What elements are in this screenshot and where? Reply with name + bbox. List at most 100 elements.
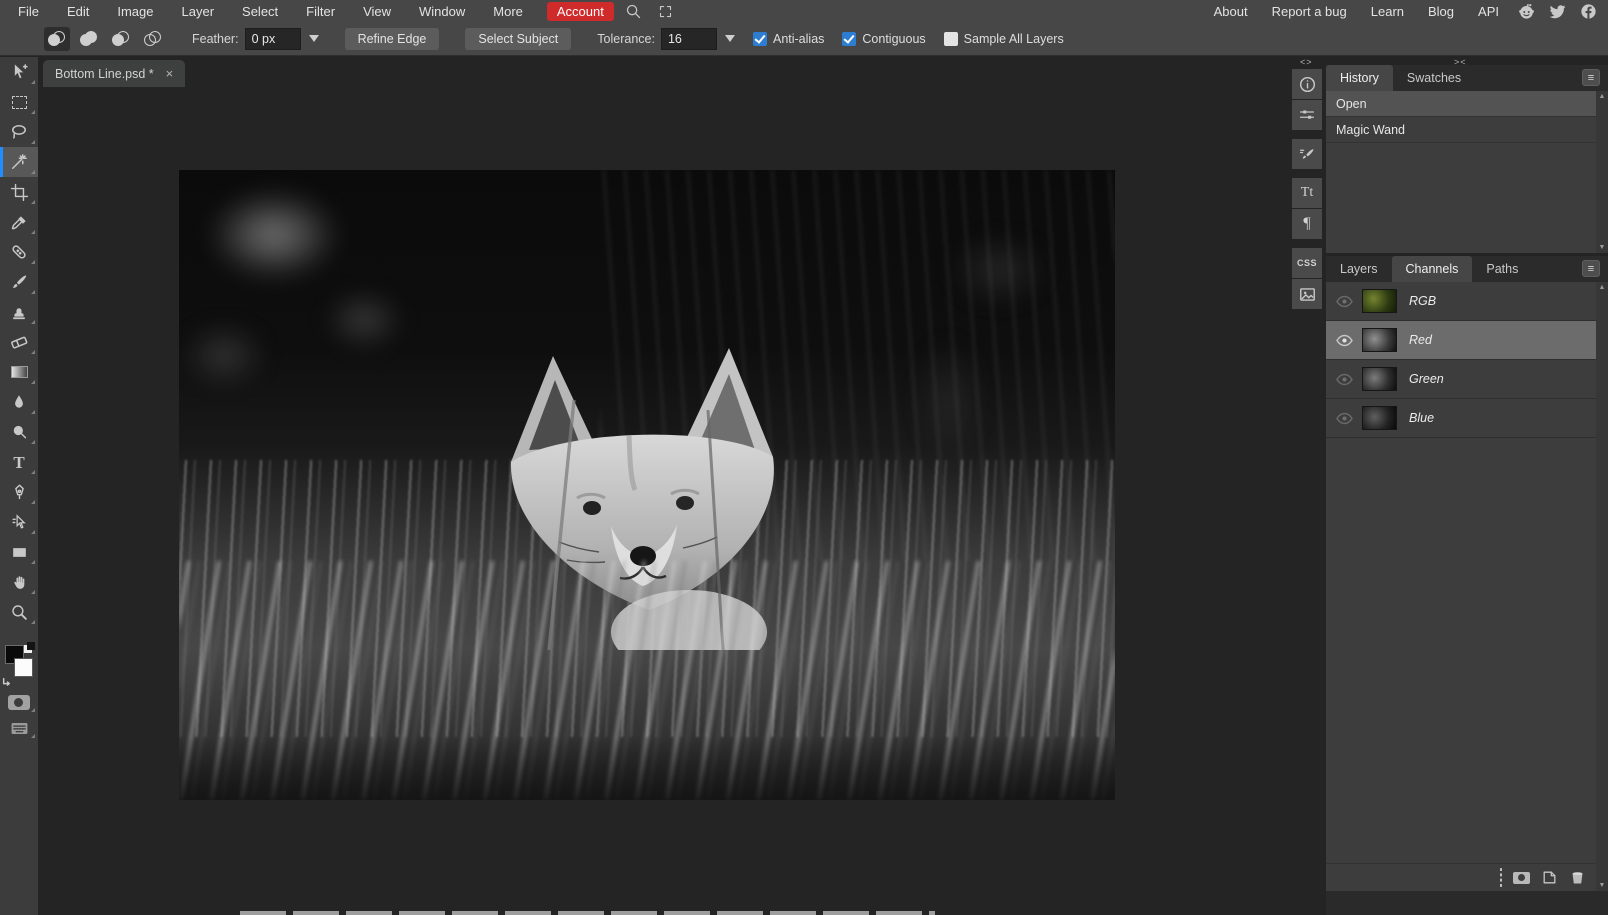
zoom-tool[interactable] bbox=[0, 597, 38, 627]
reddit-icon[interactable] bbox=[1517, 2, 1536, 21]
swap-colors-icon[interactable] bbox=[2, 676, 12, 687]
fullscreen-icon[interactable] bbox=[654, 0, 678, 22]
history-panel-menu-icon[interactable]: ≡ bbox=[1582, 69, 1600, 86]
channel-row-rgb[interactable]: RGB bbox=[1326, 282, 1596, 321]
tolerance-dropdown-arrow[interactable] bbox=[725, 35, 735, 42]
magic-wand-tool[interactable] bbox=[0, 147, 38, 177]
channel-row-green[interactable]: Green bbox=[1326, 360, 1596, 399]
color-swatches[interactable] bbox=[0, 641, 38, 689]
link-blog[interactable]: Blog bbox=[1416, 0, 1466, 22]
refine-edge-button[interactable]: Refine Edge bbox=[345, 28, 440, 50]
delete-channel-icon[interactable] bbox=[1569, 869, 1586, 886]
tab-channels[interactable]: Channels bbox=[1392, 256, 1473, 282]
intersect-selection-mode-icon[interactable] bbox=[140, 27, 166, 51]
rectangle-select-tool[interactable] bbox=[0, 87, 38, 117]
contiguous-checkbox-box[interactable] bbox=[842, 32, 856, 46]
menu-file[interactable]: File bbox=[0, 0, 53, 22]
add-selection-mode-icon[interactable] bbox=[76, 27, 102, 51]
tab-paths[interactable]: Paths bbox=[1472, 256, 1532, 282]
tab-history[interactable]: History bbox=[1326, 65, 1393, 91]
keyboard-shortcuts-button[interactable] bbox=[0, 715, 38, 741]
background-color[interactable] bbox=[14, 658, 33, 677]
menu-more[interactable]: More bbox=[479, 0, 537, 22]
tab-swatches[interactable]: Swatches bbox=[1393, 65, 1475, 91]
crop-tool[interactable] bbox=[0, 177, 38, 207]
type-tool[interactable]: T bbox=[0, 447, 38, 477]
info-panel-button[interactable] bbox=[1292, 69, 1322, 99]
eyedropper-tool[interactable] bbox=[0, 207, 38, 237]
assets-panel-button[interactable] bbox=[1292, 279, 1322, 309]
link-learn[interactable]: Learn bbox=[1359, 0, 1416, 22]
paragraph-panel-button[interactable]: ¶ bbox=[1292, 209, 1322, 239]
pen-tool[interactable] bbox=[0, 477, 38, 507]
dodge-tool[interactable] bbox=[0, 417, 38, 447]
visibility-eye-icon[interactable] bbox=[1326, 333, 1362, 348]
new-channel-icon[interactable] bbox=[1541, 869, 1558, 886]
visibility-eye-icon[interactable] bbox=[1326, 411, 1362, 426]
visibility-eye-icon[interactable] bbox=[1326, 294, 1362, 309]
link-api[interactable]: API bbox=[1466, 0, 1511, 22]
canvas-image[interactable] bbox=[179, 170, 1115, 800]
default-colors-icon[interactable] bbox=[24, 642, 35, 653]
gradient-tool[interactable] bbox=[0, 357, 38, 387]
feather-dropdown-arrow[interactable] bbox=[309, 35, 319, 42]
rectangle-tool[interactable] bbox=[0, 537, 38, 567]
brush-settings-panel-button[interactable] bbox=[1292, 139, 1322, 169]
brush-tool[interactable] bbox=[0, 267, 38, 297]
history-item-magic-wand[interactable]: Magic Wand bbox=[1326, 117, 1596, 143]
scroll-up-icon[interactable]: ▲ bbox=[1599, 93, 1606, 100]
channel-label: RGB bbox=[1409, 294, 1436, 308]
sample-all-layers-checkbox[interactable]: Sample All Layers bbox=[944, 32, 1064, 46]
twitter-icon[interactable] bbox=[1548, 2, 1567, 21]
anti-alias-checkbox[interactable]: Anti-alias bbox=[753, 32, 824, 46]
channels-panel-menu-icon[interactable]: ≡ bbox=[1582, 260, 1600, 277]
menu-layer[interactable]: Layer bbox=[168, 0, 229, 22]
visibility-eye-icon[interactable] bbox=[1326, 372, 1362, 387]
search-icon[interactable] bbox=[622, 0, 646, 22]
properties-panel-button[interactable] bbox=[1292, 100, 1322, 130]
menu-window[interactable]: Window bbox=[405, 0, 479, 22]
menu-image[interactable]: Image bbox=[103, 0, 167, 22]
history-scrollbar[interactable]: ▲ ▼ bbox=[1596, 91, 1608, 253]
contiguous-checkbox[interactable]: Contiguous bbox=[842, 32, 925, 46]
menu-edit[interactable]: Edit bbox=[53, 0, 103, 22]
new-selection-mode-icon[interactable] bbox=[44, 27, 70, 51]
scroll-down-icon[interactable]: ▼ bbox=[1599, 882, 1606, 889]
blur-tool[interactable] bbox=[0, 387, 38, 417]
quick-mask-button[interactable] bbox=[0, 689, 38, 715]
character-panel-button[interactable]: Tt bbox=[1292, 178, 1322, 208]
scroll-up-icon[interactable]: ▲ bbox=[1599, 284, 1606, 291]
document-tab-close-icon[interactable]: × bbox=[166, 66, 174, 81]
document-tab[interactable]: Bottom Line.psd * × bbox=[43, 60, 185, 87]
feather-input[interactable] bbox=[245, 28, 301, 50]
scroll-down-icon[interactable]: ▼ bbox=[1599, 244, 1606, 251]
tab-layers[interactable]: Layers bbox=[1326, 256, 1392, 282]
css-panel-button[interactable]: CSS bbox=[1292, 248, 1322, 278]
channel-row-blue[interactable]: Blue bbox=[1326, 399, 1596, 438]
tolerance-input[interactable] bbox=[661, 28, 717, 50]
make-selection-icon[interactable] bbox=[1500, 869, 1502, 887]
eraser-tool[interactable] bbox=[0, 327, 38, 357]
clone-stamp-tool[interactable] bbox=[0, 297, 38, 327]
add-mask-icon[interactable] bbox=[1513, 872, 1530, 884]
hand-tool[interactable] bbox=[0, 567, 38, 597]
subtract-selection-mode-icon[interactable] bbox=[108, 27, 134, 51]
account-button[interactable]: Account bbox=[547, 2, 614, 21]
anti-alias-checkbox-box[interactable] bbox=[753, 32, 767, 46]
move-tool[interactable] bbox=[0, 57, 38, 87]
history-item-open[interactable]: Open bbox=[1326, 91, 1596, 117]
sample-all-layers-checkbox-box[interactable] bbox=[944, 32, 958, 46]
collapse-left-handle[interactable]: <> bbox=[1300, 57, 1313, 67]
select-subject-button[interactable]: Select Subject bbox=[465, 28, 571, 50]
direct-select-tool[interactable] bbox=[0, 507, 38, 537]
link-about[interactable]: About bbox=[1202, 0, 1260, 22]
link-report-a-bug[interactable]: Report a bug bbox=[1260, 0, 1359, 22]
menu-filter[interactable]: Filter bbox=[292, 0, 349, 22]
channels-scrollbar[interactable]: ▲ ▼ bbox=[1596, 282, 1608, 891]
facebook-icon[interactable] bbox=[1579, 2, 1598, 21]
menu-view[interactable]: View bbox=[349, 0, 405, 22]
lasso-tool[interactable] bbox=[0, 117, 38, 147]
channel-row-red[interactable]: Red bbox=[1326, 321, 1596, 360]
menu-select[interactable]: Select bbox=[228, 0, 292, 22]
spot-heal-tool[interactable] bbox=[0, 237, 38, 267]
